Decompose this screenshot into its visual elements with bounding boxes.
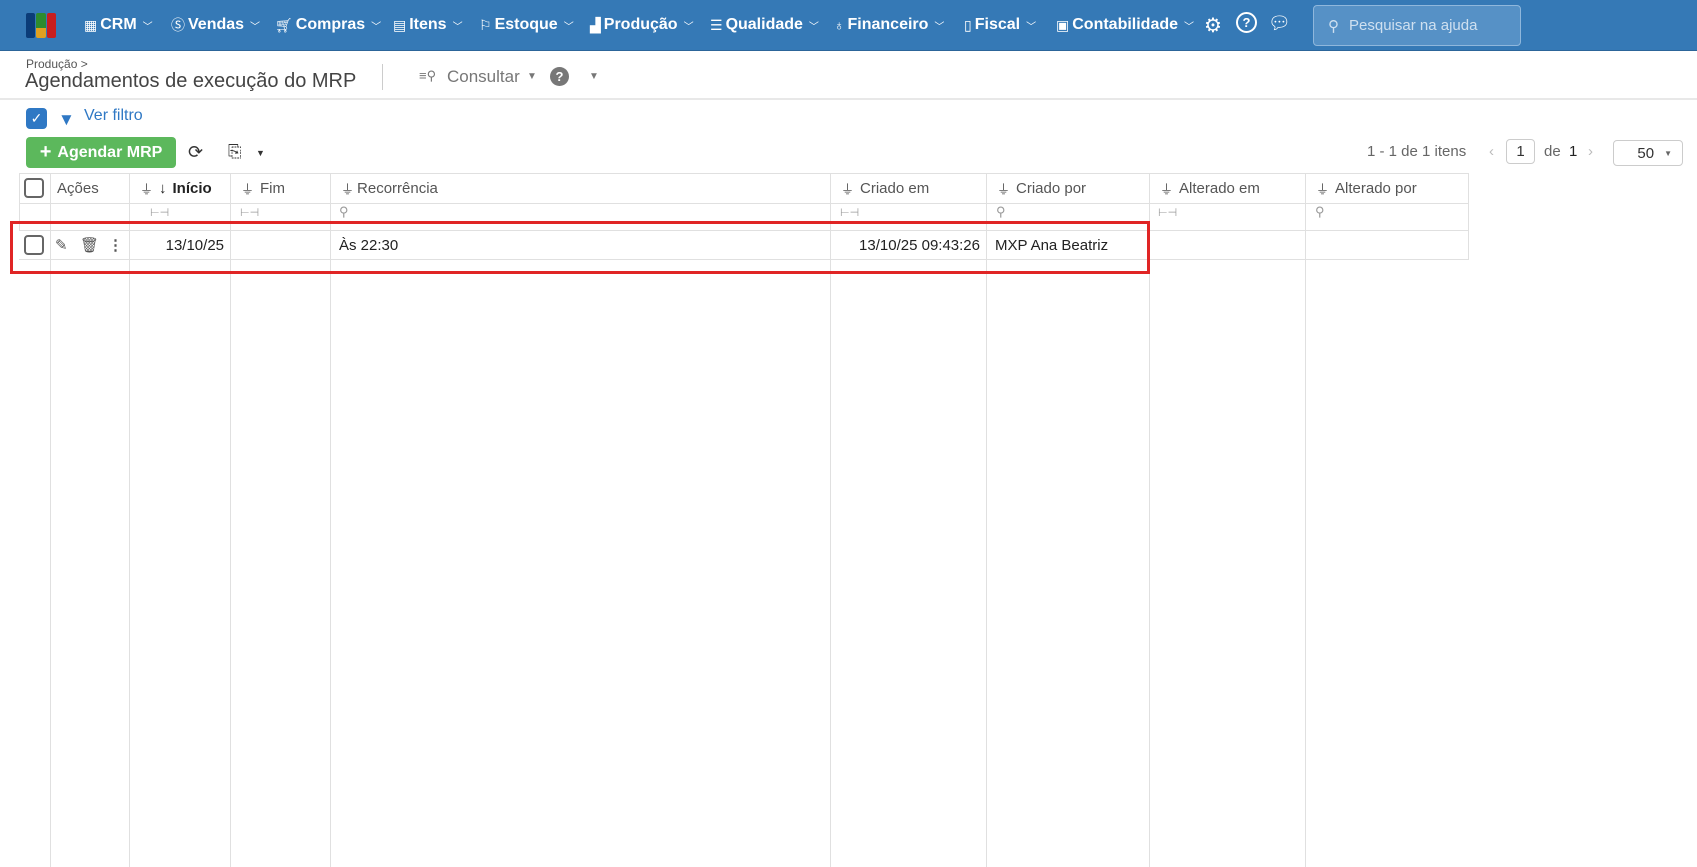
chevron-down-icon: ﹀: [563, 21, 574, 33]
cart-icon: 🛒︎: [275, 16, 293, 33]
search-icon: ⚲: [1328, 17, 1339, 35]
nav-contabilidade[interactable]: ▣ Contabilidade ﹀: [1056, 0, 1194, 50]
col-criado-por[interactable]: ⏚ Criado por: [987, 173, 1086, 203]
total-pages: 1: [1569, 143, 1578, 160]
chevron-down-icon: ﹀: [683, 21, 694, 33]
caret-down-icon[interactable]: ▼: [527, 71, 537, 82]
col-divider: [1305, 173, 1306, 867]
date-range-filter-icon[interactable]: ⊢⊣: [1158, 206, 1177, 219]
chevron-down-icon: ﹀: [250, 21, 261, 33]
col-divider: [830, 173, 831, 867]
caret-down-icon: ▼: [1664, 148, 1672, 158]
nav-vendas[interactable]: Ⓢ Vendas ﹀: [171, 0, 260, 50]
col-acoes: Ações: [57, 179, 99, 197]
prev-page-icon[interactable]: ‹: [1489, 143, 1494, 160]
sort-desc-icon: ↓: [159, 179, 167, 197]
highlight-box: [10, 221, 1150, 274]
chevron-down-icon: ﹀: [808, 21, 819, 33]
of-label: de: [1544, 143, 1561, 160]
building-icon: ▦: [84, 16, 98, 33]
refresh-icon[interactable]: ⟳: [188, 142, 203, 163]
filter-toggle-checkbox[interactable]: ✓: [26, 108, 47, 129]
nav-estoque[interactable]: ⚐ Estoque ﹀: [479, 0, 574, 50]
filter-icon[interactable]: ⏚: [241, 179, 254, 198]
nav-producao[interactable]: ▟ Produção ﹀: [590, 0, 694, 50]
select-all-checkbox[interactable]: [24, 178, 44, 198]
ver-filtro-link[interactable]: Ver filtro: [84, 107, 143, 125]
filter-icon: ▼: [58, 110, 75, 129]
export-icon[interactable]: ⎘: [228, 142, 242, 162]
top-nav: ▦ CRM ﹀ Ⓢ Vendas ﹀ 🛒︎ Compras ﹀ ▤ Itens ﹀ ⚐ Estoq…: [0, 0, 1697, 51]
breadcrumb[interactable]: Produção >: [26, 57, 88, 71]
col-alterado-por[interactable]: ⏚ Alterado por: [1306, 173, 1417, 203]
next-page-icon[interactable]: ›: [1588, 143, 1593, 160]
gear-icon[interactable]: ⚙: [1204, 13, 1222, 38]
col-fim[interactable]: ⏚ Fim: [231, 173, 285, 203]
col-divider: [230, 173, 231, 867]
consult-icon: ≡⚲: [419, 68, 437, 83]
document-icon: ▯: [964, 16, 972, 33]
checklist-icon: ☰: [710, 16, 723, 33]
agendar-mrp-button[interactable]: + Agendar MRP: [26, 137, 176, 168]
help-icon[interactable]: ?: [1236, 12, 1257, 33]
date-range-filter-icon[interactable]: ⊢⊣: [240, 206, 259, 219]
nav-itens[interactable]: ▤ Itens ﹀: [393, 0, 463, 50]
nav-qualidade[interactable]: ☰ Qualidade ﹀: [710, 0, 819, 50]
chevron-down-icon: ﹀: [371, 21, 382, 33]
filter-icon[interactable]: ⏚: [841, 179, 854, 198]
plus-icon: +: [39, 141, 52, 163]
col-recorrencia[interactable]: ⏚ Recorrência: [331, 173, 438, 203]
help-icon[interactable]: ?: [550, 67, 569, 86]
divider: [382, 64, 383, 90]
filter-icon[interactable]: ⏚: [1160, 179, 1173, 198]
caret-down-icon[interactable]: ▼: [589, 71, 599, 82]
col-divider: [129, 173, 130, 867]
nav-crm[interactable]: ▦ CRM ﹀: [84, 0, 153, 50]
chat-icon[interactable]: 💬︎: [1268, 13, 1291, 34]
page-input[interactable]: 1: [1506, 139, 1535, 164]
nav-financeiro[interactable]: ♁ Financeiro ﹀: [834, 0, 944, 50]
col-criado-em[interactable]: ⏚ Criado em: [831, 173, 929, 203]
page-size-select[interactable]: 50 ▼: [1613, 140, 1683, 166]
dolly-icon: ⚐: [479, 16, 492, 33]
search-filter-icon[interactable]: ⚲: [339, 204, 349, 220]
col-divider: [330, 173, 331, 867]
col-divider: [1149, 173, 1150, 867]
col-divider: [986, 173, 987, 867]
money-bag-icon: ♁: [834, 17, 845, 33]
caret-down-icon[interactable]: ▼: [256, 148, 265, 158]
chevron-down-icon: ﹀: [452, 21, 463, 33]
nav-compras[interactable]: 🛒︎ Compras ﹀: [275, 0, 381, 50]
table-border: [19, 203, 1468, 204]
chevron-down-icon: ﹀: [142, 21, 153, 33]
items-icon: ▤: [393, 16, 407, 33]
chevron-down-icon: ﹀: [1184, 21, 1195, 33]
search-filter-icon[interactable]: ⚲: [1315, 204, 1325, 220]
col-inicio[interactable]: ⏚ ↓ Início: [130, 173, 212, 203]
nav-fiscal[interactable]: ▯ Fiscal ﹀: [964, 0, 1036, 50]
filter-icon[interactable]: ⏚: [341, 179, 354, 198]
header-divider: [0, 98, 1697, 100]
filter-icon[interactable]: ⏚: [140, 179, 153, 198]
help-search-input[interactable]: ⚲ Pesquisar na ajuda: [1313, 5, 1521, 46]
date-range-filter-icon[interactable]: ⊢⊣: [840, 206, 859, 219]
chevron-down-icon: ﹀: [934, 21, 945, 33]
pagination-summary: 1 - 1 de 1 itens: [1367, 143, 1467, 160]
chevron-down-icon: ﹀: [1026, 21, 1037, 33]
date-range-filter-icon[interactable]: ⊢⊣: [150, 206, 169, 219]
col-divider: [50, 173, 51, 867]
calculator-icon: ▣: [1056, 16, 1070, 33]
col-divider: [1468, 173, 1469, 260]
page-title: Agendamentos de execução do MRP: [25, 70, 357, 92]
filter-icon[interactable]: ⏚: [1316, 179, 1329, 198]
search-filter-icon[interactable]: ⚲: [996, 204, 1006, 220]
dollar-icon: Ⓢ: [171, 17, 185, 33]
filter-icon[interactable]: ⏚: [997, 179, 1010, 198]
col-alterado-em[interactable]: ⏚ Alterado em: [1150, 173, 1260, 203]
consultar-menu[interactable]: Consultar: [447, 67, 520, 87]
factory-icon: ▟: [590, 16, 601, 33]
app-logo[interactable]: [26, 13, 56, 38]
